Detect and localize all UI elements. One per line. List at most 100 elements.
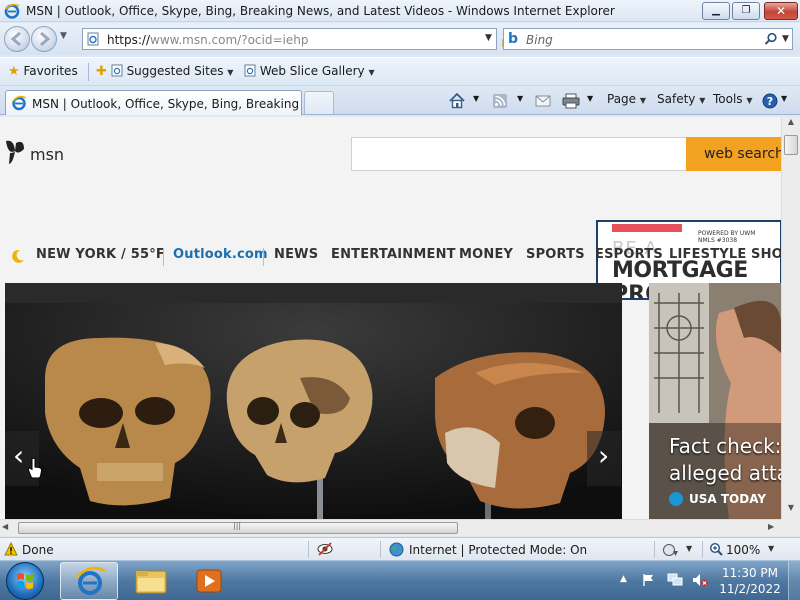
tools-menu[interactable]: Tools ▼ [713,92,753,106]
news-headline-line-2: alleged attac [669,461,781,485]
address-domain: www.msn.com [150,33,238,47]
show-hidden-icons-icon[interactable]: ▲ [620,574,627,584]
scroll-right-arrow-icon[interactable]: ▶ [768,522,774,531]
suggested-sites-label: Suggested Sites [126,64,224,78]
chevron-right-icon: › [598,439,610,472]
add-favorite-icon[interactable]: ✚ [96,64,107,79]
address-dropdown-icon[interactable]: ▼ [485,33,492,43]
hand-cursor-icon [27,457,43,479]
news-source: USA TODAY [669,492,766,506]
news-source-label: USA TODAY [689,492,767,506]
nav-news[interactable]: NEWS [274,247,318,262]
weather-link[interactable]: NEW YORK / 55°F [36,247,165,262]
back-arrow-icon [10,31,21,47]
page-menu[interactable]: Page ▼ [607,92,646,106]
privacy-eye-icon[interactable] [316,541,334,557]
vertical-scroll-thumb[interactable] [784,135,798,155]
taskbar-media-player[interactable] [180,562,238,600]
vertical-scrollbar[interactable]: ▲ ▼ [781,117,800,519]
search-icon[interactable] [764,32,778,46]
favorites-button[interactable]: ★ Favorites [8,64,78,79]
page-icon [244,64,256,77]
maximize-button[interactable]: ❐ [732,2,760,20]
safety-menu[interactable]: Safety ▼ [657,92,705,106]
chevron-down-icon[interactable]: ▼ [686,544,692,553]
nav-shopping[interactable]: SHO [751,247,781,262]
back-button[interactable] [4,26,30,52]
moon-icon [12,249,24,263]
help-icon[interactable]: ? [762,93,778,109]
horizontal-scroll-thumb[interactable]: ||| [18,521,458,534]
zoom-level[interactable]: 100% [726,543,760,557]
msn-logo-text[interactable]: msn [30,145,64,164]
start-button[interactable] [6,562,44,600]
chevron-down-icon[interactable]: ▼ [781,94,787,103]
news-headline[interactable]: Fact check: Pa alleged attac [669,433,781,487]
clock-time[interactable]: 11:30 PM [718,566,782,580]
show-desktop-button[interactable] [788,561,800,600]
address-text[interactable]: https://www.msn.com/?ocid=iehp [107,33,308,47]
ie-window: MSN | Outlook, Office, Skype, Bing, Brea… [0,0,800,600]
hero-carousel[interactable]: ‹ › [5,283,622,519]
read-mail-icon[interactable] [535,94,551,108]
scroll-up-arrow-icon[interactable]: ▲ [782,117,800,133]
favorites-label: Favorites [23,64,78,78]
home-icon[interactable] [448,92,466,110]
zoom-icon[interactable] [709,542,723,556]
grip-icon: ||| [233,521,242,530]
tab-msn[interactable]: MSN | Outlook, Office, Skype, Bing, Brea… [5,90,302,115]
web-slice-gallery-label: Web Slice Gallery [259,64,365,78]
status-text: Done [22,543,54,557]
nav-sports[interactable]: SPORTS [526,247,585,262]
status-divider [702,541,703,558]
protected-mode-icon[interactable] [662,542,680,558]
msn-butterfly-icon[interactable] [4,137,26,167]
tab-bar: MSN | Outlook, Office, Skype, Bing, Brea… [0,87,800,115]
horizontal-scrollbar[interactable]: ◀ ||| ▶ [0,519,781,536]
favorites-divider [88,63,89,81]
chevron-down-icon: ▼ [368,68,375,77]
favorites-bar: ★ Favorites ✚ Suggested Sites ▼ Web Slic… [0,57,800,86]
volume-muted-icon[interactable] [692,573,708,587]
nav-money[interactable]: MONEY [459,247,513,262]
scroll-left-arrow-icon[interactable]: ◀ [2,522,8,531]
recent-pages-dropdown[interactable]: ▼ [60,31,67,41]
svg-text:?: ? [767,95,773,108]
chevron-down-icon[interactable]: ▼ [517,94,523,103]
web-search-button[interactable]: web search [686,137,781,171]
new-tab-button[interactable] [304,91,334,114]
search-dropdown-icon[interactable]: ▼ [782,34,789,44]
status-bar: Done Internet | Protected Mode: On ▼ 100… [0,537,800,560]
action-center-flag-icon[interactable] [642,573,656,587]
print-icon[interactable] [562,93,580,109]
chevron-down-icon[interactable]: ▼ [473,94,479,103]
chevron-down-icon[interactable]: ▼ [587,94,593,103]
web-search-input[interactable] [351,137,687,171]
nav-esports[interactable]: ESPORTS [595,247,663,262]
close-button[interactable]: ✕ [764,2,798,20]
chevron-down-icon[interactable]: ▼ [768,544,774,553]
chevron-down-icon: ▼ [746,96,753,105]
clock-date[interactable]: 11/2/2022 [718,582,782,596]
search-box[interactable]: b Bing ▼ [503,28,793,50]
hero-image-skulls [5,283,622,519]
chevron-left-icon: ‹ [13,439,25,472]
address-bar[interactable]: https://www.msn.com/?ocid=iehp ▼ ⇆ ✕ [82,28,571,50]
forward-button[interactable] [31,26,57,52]
feeds-icon[interactable] [492,93,508,109]
nav-entertainment[interactable]: ENTERTAINMENT [331,247,456,262]
globe-icon [389,542,404,557]
ie-logo-icon [76,566,106,595]
taskbar-windows-explorer[interactable] [122,562,180,600]
taskbar-internet-explorer[interactable] [60,562,118,600]
web-slice-gallery-button[interactable]: Web Slice Gallery ▼ [244,64,375,78]
carousel-next-button[interactable]: › [587,431,621,486]
nav-lifestyle[interactable]: LIFESTYLE [669,247,747,262]
news-card[interactable]: Fact check: Pa alleged attac USA TODAY [649,283,781,519]
nav-outlook[interactable]: Outlook.com [173,247,268,262]
scroll-down-arrow-icon[interactable]: ▼ [782,503,800,519]
warning-icon[interactable] [4,542,18,556]
suggested-sites-button[interactable]: ✚ Suggested Sites ▼ [96,64,233,79]
minimize-button[interactable]: ▁ [702,2,730,20]
network-icon[interactable] [667,573,683,587]
